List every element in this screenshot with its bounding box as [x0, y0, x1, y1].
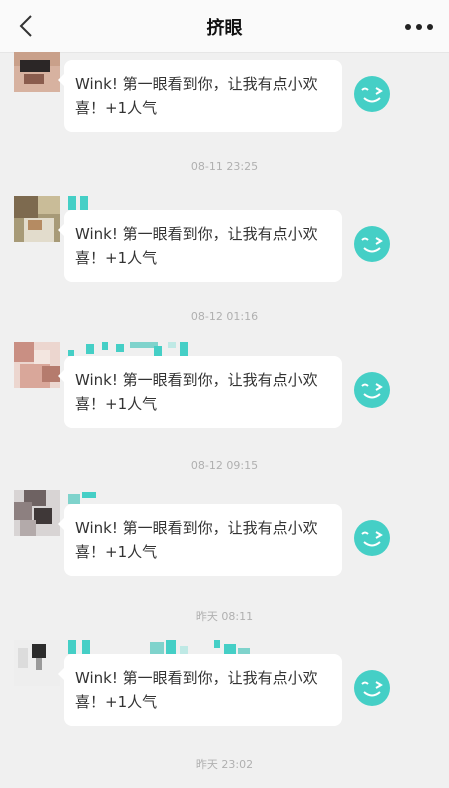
page-title: 挤眼	[206, 18, 243, 39]
message-text: Wink! 第一眼看到你，让我有点小欢喜！+1人气	[75, 519, 318, 561]
message-bubble: Wink! 第一眼看到你，让我有点小欢喜！+1人气	[58, 504, 342, 576]
nav-bar: 挤眼	[0, 0, 449, 53]
avatar[interactable]	[14, 490, 60, 536]
more-dots-icon[interactable]	[403, 14, 435, 40]
message-bubble: Wink! 第一眼看到你，让我有点小欢喜！+1人气	[58, 356, 342, 428]
list-item: Wink! 第一眼看到你，让我有点小欢喜！+1人气	[0, 640, 449, 750]
message-text: Wink! 第一眼看到你，让我有点小欢喜！+1人气	[75, 225, 318, 267]
nickname-redacted	[68, 196, 88, 210]
timestamp: 08-12 09:15	[190, 459, 259, 472]
wink-emoji-icon[interactable]	[354, 76, 390, 112]
nickname-redacted	[68, 492, 96, 504]
avatar[interactable]	[14, 196, 60, 242]
list-item: Wink! 第一眼看到你，让我有点小欢喜！+1人气	[0, 52, 449, 156]
nickname-redacted	[68, 342, 188, 356]
message-text: Wink! 第一眼看到你，让我有点小欢喜！+1人气	[75, 75, 318, 117]
list-item: Wink! 第一眼看到你，让我有点小欢喜！+1人气	[0, 490, 449, 600]
wink-emoji-icon[interactable]	[354, 670, 390, 706]
nickname-redacted	[68, 52, 268, 60]
list-item: Wink! 第一眼看到你，让我有点小欢喜！+1人气	[0, 342, 449, 452]
message-bubble: Wink! 第一眼看到你，让我有点小欢喜！+1人气	[58, 210, 342, 282]
timestamp: 昨天 08:11	[195, 610, 254, 623]
avatar[interactable]	[14, 52, 60, 92]
wink-emoji-icon[interactable]	[354, 520, 390, 556]
nickname-redacted	[68, 640, 250, 654]
timestamp: 08-12 01:16	[190, 310, 259, 323]
wink-emoji-icon[interactable]	[354, 372, 390, 408]
avatar[interactable]	[14, 640, 60, 686]
wink-emoji-icon[interactable]	[354, 226, 390, 262]
list-item: Wink! 第一眼看到你，让我有点小欢喜！+1人气	[0, 196, 449, 306]
timestamp: 08-11 23:25	[190, 160, 259, 173]
message-bubble: Wink! 第一眼看到你，让我有点小欢喜！+1人气	[58, 60, 342, 132]
message-text: Wink! 第一眼看到你，让我有点小欢喜！+1人气	[75, 371, 318, 413]
timestamp: 昨天 23:02	[195, 758, 254, 771]
avatar[interactable]	[14, 342, 60, 388]
message-bubble: Wink! 第一眼看到你，让我有点小欢喜！+1人气	[58, 654, 342, 726]
message-feed[interactable]: Wink! 第一眼看到你，让我有点小欢喜！+1人气 08-11 23:25 Wi…	[0, 52, 449, 788]
message-text: Wink! 第一眼看到你，让我有点小欢喜！+1人气	[75, 669, 318, 711]
